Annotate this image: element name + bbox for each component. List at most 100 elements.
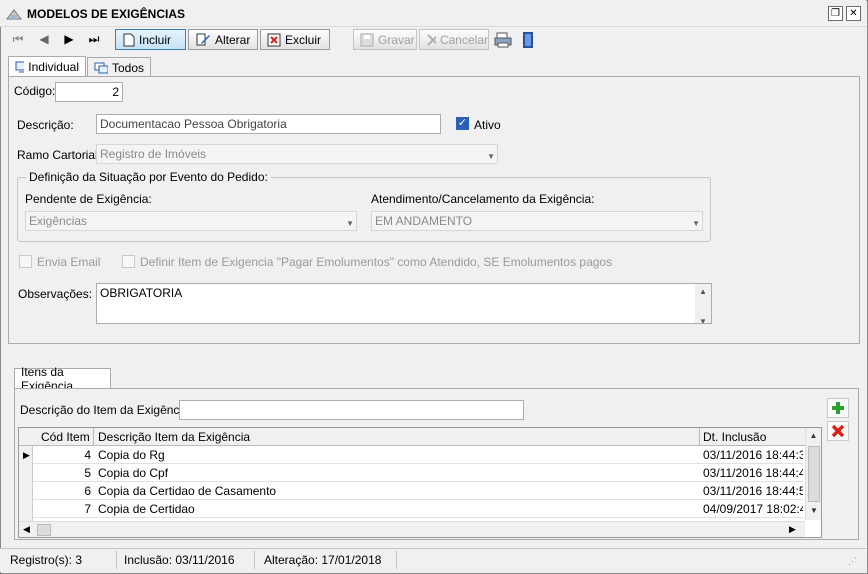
tab-individual[interactable]: Individual xyxy=(8,56,86,76)
scroll-down-icon[interactable]: ▼ xyxy=(810,506,818,515)
tab-todos-label: Todos xyxy=(111,60,144,75)
grid-vertical-scrollbar[interactable]: ▲ ▼ xyxy=(805,428,821,520)
cancelar-button[interactable]: Cancelar xyxy=(419,29,489,50)
item-descricao-label: Descrição do Item da Exigência: xyxy=(20,403,193,417)
chevron-down-icon: ▼ xyxy=(692,219,700,228)
cell-dt: 03/11/2016 18:44:39 xyxy=(703,448,803,462)
group-title: Definição da Situação por Evento do Pedi… xyxy=(26,170,271,184)
codigo-label: Código: xyxy=(14,84,56,98)
status-registros: Registro(s): 3 xyxy=(10,553,83,567)
status-alteracao: Alteração: 17/01/2018 xyxy=(264,553,382,567)
resize-grip-icon[interactable]: ⋰ xyxy=(848,556,857,567)
alterar-button[interactable]: Alterar xyxy=(188,29,258,50)
close-icon[interactable]: ✕ xyxy=(846,6,861,21)
grid-horizontal-scrollbar[interactable]: ◀ ▶ xyxy=(19,521,805,537)
tab-individual-label: Individual xyxy=(28,59,79,74)
delete-icon xyxy=(267,33,281,46)
table-row[interactable]: 5 Copia do Cpf 03/11/2016 18:44:48 xyxy=(19,464,803,482)
atendimento-select[interactable]: EM ANDAMENTO ▼ xyxy=(371,211,703,231)
chevron-down-icon: ▼ xyxy=(346,219,354,228)
status-inclusao: Inclusão: 03/11/2016 xyxy=(124,553,235,567)
scroll-thumb[interactable] xyxy=(808,446,820,502)
gravar-button[interactable]: Gravar xyxy=(353,29,417,50)
excluir-label: Excluir xyxy=(285,32,322,47)
col-dt-header[interactable]: Dt. Inclusão xyxy=(703,430,766,444)
restore-icon[interactable]: ❐ xyxy=(828,6,843,21)
pendente-label: Pendente de Exigência: xyxy=(25,192,152,206)
incluir-label: Incluir xyxy=(139,32,172,47)
envia-email-label: Envia Email xyxy=(37,255,101,269)
pendente-select[interactable]: Exigências ▼ xyxy=(25,211,357,231)
ativo-checkbox[interactable]: ✓ xyxy=(456,117,469,130)
gravar-label: Gravar xyxy=(378,32,415,47)
first-record-icon[interactable]: ⏮ xyxy=(10,31,26,47)
col-desc-header[interactable]: Descrição Item da Exigência xyxy=(98,430,250,444)
previous-record-icon[interactable]: ◀ xyxy=(36,31,52,47)
definir-item-checkbox[interactable] xyxy=(122,255,135,268)
ativo-label: Ativo xyxy=(474,118,501,132)
next-record-icon[interactable]: ▶ xyxy=(61,31,77,47)
excluir-button[interactable]: Excluir xyxy=(260,29,330,50)
observacoes-textarea[interactable]: OBRIGATORIA ▲ ▼ xyxy=(96,283,712,324)
monitor-icon xyxy=(15,61,25,72)
cell-dt: 04/09/2017 18:02:45 xyxy=(703,502,803,516)
table-row[interactable]: ▶ 4 Copia do Rg 03/11/2016 18:44:39 xyxy=(19,446,803,464)
tab-todos[interactable]: Todos xyxy=(87,57,151,77)
new-document-icon xyxy=(123,33,135,46)
ramo-label: Ramo Cartorial: xyxy=(17,148,102,162)
itens-grid: Cód Item Descrição Item da Exigência Dt.… xyxy=(18,427,822,538)
add-item-button[interactable] xyxy=(827,398,849,418)
window-title: MODELOS DE EXIGÊNCIAS xyxy=(27,7,186,21)
cell-cod: 6 xyxy=(84,484,91,498)
cell-cod: 5 xyxy=(84,466,91,480)
scroll-left-icon[interactable]: ◀ xyxy=(23,524,30,535)
save-icon xyxy=(360,33,374,46)
cell-desc: Copia do Rg xyxy=(98,448,165,462)
app-icon xyxy=(5,7,23,21)
scroll-up-icon[interactable]: ▲ xyxy=(695,284,711,300)
x-icon xyxy=(831,424,845,438)
incluir-button[interactable]: Incluir xyxy=(115,29,186,50)
cancelar-label: Cancelar xyxy=(439,32,488,47)
definir-item-label: Definir Item de Exigencia "Pagar Emolume… xyxy=(140,255,613,269)
table-row[interactable]: 7 Copia de Certidao 04/09/2017 18:02:45 xyxy=(19,500,803,518)
print-icon[interactable] xyxy=(494,31,512,49)
status-separator xyxy=(116,551,117,569)
item-descricao-field[interactable] xyxy=(179,400,524,420)
pendente-value: Exigências xyxy=(29,214,88,228)
situacao-groupbox xyxy=(17,177,711,242)
codigo-field[interactable]: 2 xyxy=(55,82,123,102)
scroll-down-icon[interactable]: ▼ xyxy=(695,314,711,323)
alterar-label: Alterar xyxy=(215,32,251,47)
chevron-down-icon: ▼ xyxy=(487,152,495,161)
last-record-icon[interactable]: ⏭ xyxy=(86,31,102,47)
edit-icon xyxy=(196,33,210,46)
hscroll-thumb[interactable] xyxy=(37,524,51,536)
current-row-icon: ▶ xyxy=(23,450,30,460)
cell-cod: 7 xyxy=(84,502,91,516)
exit-icon[interactable] xyxy=(519,31,537,49)
table-row[interactable]: 6 Copia da Certidao de Casamento 03/11/2… xyxy=(19,482,803,500)
grid-header: Cód Item Descrição Item da Exigência Dt.… xyxy=(19,428,821,446)
scroll-right-icon[interactable]: ▶ xyxy=(789,524,796,535)
cell-desc: Copia do Cpf xyxy=(98,466,169,480)
descricao-field[interactable]: Documentacao Pessoa Obrigatoria xyxy=(96,114,441,134)
remove-item-button[interactable] xyxy=(827,421,849,441)
cell-desc: Copia da Certidao de Casamento xyxy=(98,484,277,498)
cell-dt: 03/11/2016 18:44:58 xyxy=(703,484,803,498)
scroll-up-icon[interactable]: ▲ xyxy=(806,431,821,440)
col-cod-header[interactable]: Cód Item xyxy=(41,430,90,444)
cell-dt: 03/11/2016 18:44:48 xyxy=(703,466,803,480)
textarea-scrollbar[interactable]: ▲ ▼ xyxy=(695,284,711,323)
windows-icon xyxy=(94,62,108,73)
observacoes-label: Observações: xyxy=(18,287,93,301)
ramo-select[interactable]: Registro de Imóveis ▼ xyxy=(96,144,498,164)
envia-email-checkbox[interactable] xyxy=(19,255,32,268)
cancel-icon xyxy=(427,33,436,46)
tab-itens-exigencia[interactable]: Itens da Exigência xyxy=(14,365,111,393)
ramo-value: Registro de Imóveis xyxy=(100,147,207,161)
plus-icon xyxy=(832,402,844,414)
atendimento-value: EM ANDAMENTO xyxy=(375,214,473,228)
status-separator xyxy=(396,551,397,569)
cell-desc: Copia de Certidao xyxy=(98,502,195,516)
